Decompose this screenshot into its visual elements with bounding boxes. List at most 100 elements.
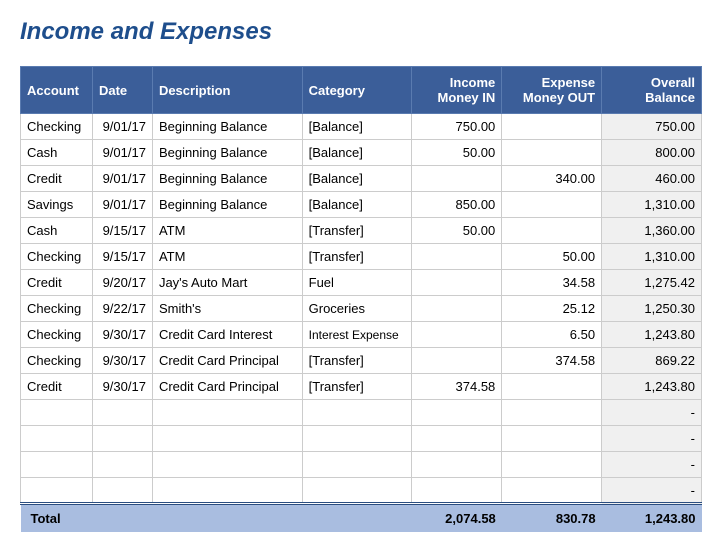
cell-date: 9/30/17 xyxy=(92,322,152,348)
table-row: Checking9/15/17ATM[Transfer] 50.001,310.0… xyxy=(21,244,702,270)
table-row: Cash9/15/17ATM[Transfer]50.001,360.00 xyxy=(21,218,702,244)
cell-account: Checking xyxy=(21,114,93,140)
cell-expense xyxy=(502,218,602,244)
cell-date: 9/30/17 xyxy=(92,374,152,400)
header-income: Income Money IN xyxy=(412,67,502,114)
cell-category: [Balance] xyxy=(302,192,412,218)
cell-income xyxy=(412,348,502,374)
table-row: Cash9/01/17Beginning Balance[Balance]50.… xyxy=(21,140,702,166)
cell-description: Credit Card Principal xyxy=(152,374,302,400)
cell-balance: 1,310.00 xyxy=(602,192,702,218)
cell-account: Credit xyxy=(21,166,93,192)
cell-category: Interest Expense xyxy=(302,322,412,348)
ledger-table: Account Date Description Category Income… xyxy=(20,66,702,532)
cell-balance: 1,250.30 xyxy=(602,296,702,322)
table-row: Checking9/30/17Credit Card InterestInter… xyxy=(21,322,702,348)
table-row: Checking9/01/17Beginning Balance[Balance… xyxy=(21,114,702,140)
totals-row: Total 2,074.58 830.78 1,243.80 xyxy=(21,504,702,533)
cell-date: 9/15/17 xyxy=(92,218,152,244)
cell-balance: 1,275.42 xyxy=(602,270,702,296)
cell-date: 9/01/17 xyxy=(92,140,152,166)
cell-account: Credit xyxy=(21,374,93,400)
cell-category: [Balance] xyxy=(302,166,412,192)
cell-description: Credit Card Interest xyxy=(152,322,302,348)
table-row: Savings9/01/17Beginning Balance[Balance]… xyxy=(21,192,702,218)
cell-expense: 34.58 xyxy=(502,270,602,296)
cell-balance: 800.00 xyxy=(602,140,702,166)
cell-account: Checking xyxy=(21,244,93,270)
ledger-body: Checking9/01/17Beginning Balance[Balance… xyxy=(21,114,702,504)
cell-account: Cash xyxy=(21,140,93,166)
cell-description: ATM xyxy=(152,244,302,270)
cell-balance: 1,310.00 xyxy=(602,244,702,270)
cell-category: [Balance] xyxy=(302,114,412,140)
cell-account: Checking xyxy=(21,348,93,374)
cell-account: Savings xyxy=(21,192,93,218)
table-row-empty xyxy=(21,478,702,504)
cell-expense: 50.00 xyxy=(502,244,602,270)
cell-description: Beginning Balance xyxy=(152,166,302,192)
cell-expense: 25.12 xyxy=(502,296,602,322)
table-row: Checking9/30/17Credit Card Principal[Tra… xyxy=(21,348,702,374)
cell-description: Beginning Balance xyxy=(152,192,302,218)
cell-income: 50.00 xyxy=(412,218,502,244)
cell-category: [Transfer] xyxy=(302,348,412,374)
header-description: Description xyxy=(152,67,302,114)
cell-description: Credit Card Principal xyxy=(152,348,302,374)
header-category: Category xyxy=(302,67,412,114)
cell-income xyxy=(412,322,502,348)
cell-income xyxy=(412,244,502,270)
cell-expense xyxy=(502,192,602,218)
cell-balance: 750.00 xyxy=(602,114,702,140)
header-account: Account xyxy=(21,67,93,114)
cell-date: 9/30/17 xyxy=(92,348,152,374)
cell-category: Groceries xyxy=(302,296,412,322)
cell-income xyxy=(412,296,502,322)
cell-date: 9/15/17 xyxy=(92,244,152,270)
header-expense: Expense Money OUT xyxy=(502,67,602,114)
cell-expense: 6.50 xyxy=(502,322,602,348)
cell-income: 50.00 xyxy=(412,140,502,166)
totals-expense: 830.78 xyxy=(502,504,602,533)
cell-category: [Balance] xyxy=(302,140,412,166)
cell-category: [Transfer] xyxy=(302,218,412,244)
cell-income xyxy=(412,166,502,192)
table-row-empty xyxy=(21,426,702,452)
table-row-empty xyxy=(21,452,702,478)
cell-account: Credit xyxy=(21,270,93,296)
totals-income: 2,074.58 xyxy=(412,504,502,533)
totals-label: Total xyxy=(21,504,93,533)
cell-expense xyxy=(502,114,602,140)
cell-category: [Transfer] xyxy=(302,374,412,400)
cell-expense xyxy=(502,374,602,400)
totals-balance: 1,243.80 xyxy=(602,504,702,533)
cell-date: 9/01/17 xyxy=(92,114,152,140)
header-date: Date xyxy=(92,67,152,114)
cell-date: 9/20/17 xyxy=(92,270,152,296)
cell-balance: 869.22 xyxy=(602,348,702,374)
cell-income: 374.58 xyxy=(412,374,502,400)
cell-description: Jay's Auto Mart xyxy=(152,270,302,296)
cell-account: Checking xyxy=(21,296,93,322)
table-row: Checking9/22/17Smith'sGroceries 25.121,25… xyxy=(21,296,702,322)
cell-income: 850.00 xyxy=(412,192,502,218)
page-title: Income and Expenses xyxy=(20,18,703,46)
table-row: Credit9/30/17Credit Card Principal[Trans… xyxy=(21,374,702,400)
cell-account: Checking xyxy=(21,322,93,348)
cell-balance: 1,243.80 xyxy=(602,322,702,348)
cell-date: 9/01/17 xyxy=(92,166,152,192)
header-row: Account Date Description Category Income… xyxy=(21,67,702,114)
cell-income: 750.00 xyxy=(412,114,502,140)
cell-category: Fuel xyxy=(302,270,412,296)
table-row: Credit9/01/17Beginning Balance[Balance] 3… xyxy=(21,166,702,192)
cell-expense: 340.00 xyxy=(502,166,602,192)
cell-date: 9/22/17 xyxy=(92,296,152,322)
cell-balance: 1,243.80 xyxy=(602,374,702,400)
cell-balance: 460.00 xyxy=(602,166,702,192)
cell-category: [Transfer] xyxy=(302,244,412,270)
cell-expense: 374.58 xyxy=(502,348,602,374)
table-row-empty xyxy=(21,400,702,426)
cell-income xyxy=(412,270,502,296)
cell-description: Smith's xyxy=(152,296,302,322)
cell-expense xyxy=(502,140,602,166)
